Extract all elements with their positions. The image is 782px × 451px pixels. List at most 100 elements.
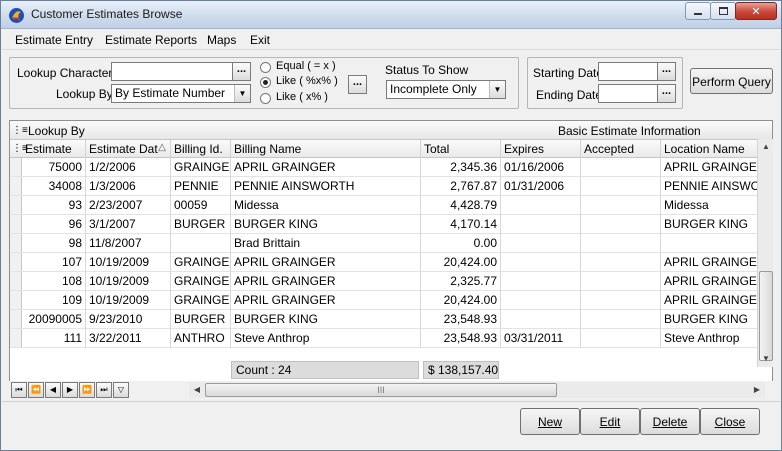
- edit-button[interactable]: Edit: [580, 408, 640, 435]
- cell-accepted[interactable]: [581, 291, 661, 310]
- cell-billing-id[interactable]: GRAINGEF: [171, 253, 231, 272]
- title-bar[interactable]: Customer Estimates Browse ✕: [1, 1, 781, 29]
- cell-accepted[interactable]: [581, 196, 661, 215]
- column-header-accepted[interactable]: Accepted: [581, 140, 661, 158]
- next-record-button[interactable]: ▶: [62, 382, 78, 398]
- cell-expires[interactable]: [501, 291, 581, 310]
- cell-location-name[interactable]: APRIL GRAINGER: [661, 253, 772, 272]
- cell-expires[interactable]: [501, 196, 581, 215]
- band-menu-icon[interactable]: ⋮≡: [12, 125, 28, 136]
- cell-accepted[interactable]: [581, 310, 661, 329]
- cell-estimate[interactable]: 111: [22, 329, 86, 348]
- cell-total[interactable]: 23,548.93: [421, 329, 501, 348]
- cell-estimate[interactable]: 34008: [22, 177, 86, 196]
- row-indicator[interactable]: [10, 253, 22, 271]
- vertical-scrollbar[interactable]: ▲ ▼: [757, 139, 773, 367]
- radio-equal[interactable]: [260, 62, 271, 73]
- cell-billing-id[interactable]: BURGER: [171, 310, 231, 329]
- cell-total[interactable]: 23,548.93: [421, 310, 501, 329]
- lookup-characters-input[interactable]: [111, 62, 233, 81]
- cell-billing-name[interactable]: Steve Anthrop: [231, 329, 421, 348]
- cell-expires[interactable]: [501, 215, 581, 234]
- column-header-expires[interactable]: Expires: [501, 140, 581, 158]
- cell-expires[interactable]: [501, 234, 581, 253]
- cell-billing-id[interactable]: 00059: [171, 196, 231, 215]
- cell-total[interactable]: 20,424.00: [421, 291, 501, 310]
- cell-estimate[interactable]: 108: [22, 272, 86, 291]
- cell-billing-name[interactable]: PENNIE AINSWORTH: [231, 177, 421, 196]
- minimize-button[interactable]: [685, 2, 711, 20]
- table-row[interactable]: 98 11/8/2007 Brad Brittain 0.00: [10, 234, 772, 253]
- ending-date-input[interactable]: [598, 84, 658, 103]
- close-button[interactable]: Close: [700, 408, 760, 435]
- radio-like-contains[interactable]: [260, 77, 271, 88]
- row-indicator[interactable]: [10, 215, 22, 233]
- new-button[interactable]: New: [520, 408, 580, 435]
- cell-estimate-date[interactable]: 1/2/2006: [86, 158, 171, 177]
- cell-billing-id[interactable]: GRAINGEF: [171, 272, 231, 291]
- cell-billing-name[interactable]: APRIL GRAINGER: [231, 253, 421, 272]
- cell-billing-name[interactable]: BURGER KING: [231, 310, 421, 329]
- table-row[interactable]: 93 2/23/2007 00059 Midessa 4,428.79 Midessa: [10, 196, 772, 215]
- starting-date-input[interactable]: [598, 62, 658, 81]
- first-record-button[interactable]: ⏮: [11, 382, 27, 398]
- row-indicator[interactable]: [10, 329, 22, 347]
- cell-estimate-date[interactable]: 11/8/2007: [86, 234, 171, 253]
- last-record-button[interactable]: ⏭: [96, 382, 112, 398]
- table-row[interactable]: 111 3/22/2011 ANTHRO Steve Anthrop 23,548.93…: [10, 329, 772, 348]
- cell-billing-id[interactable]: BURGER: [171, 215, 231, 234]
- column-header-location-name[interactable]: Location Name: [661, 140, 772, 158]
- cell-location-name[interactable]: BURGER KING: [661, 215, 772, 234]
- previous-page-button[interactable]: ⏪: [28, 382, 44, 398]
- row-indicator[interactable]: [10, 234, 22, 252]
- cell-accepted[interactable]: [581, 253, 661, 272]
- cell-estimate-date[interactable]: 10/19/2009: [86, 291, 171, 310]
- cell-estimate-date[interactable]: 2/23/2007: [86, 196, 171, 215]
- horizontal-scrollbar[interactable]: ◀ III ▶: [189, 382, 765, 398]
- filter-icon[interactable]: ▽: [113, 382, 129, 398]
- table-row[interactable]: 75000 1/2/2006 GRAINGEF APRIL GRAINGER 2,345…: [10, 158, 772, 177]
- cell-billing-name[interactable]: Midessa: [231, 196, 421, 215]
- horizontal-scroll-thumb[interactable]: III: [205, 383, 557, 397]
- row-indicator[interactable]: [10, 158, 22, 176]
- cell-accepted[interactable]: [581, 158, 661, 177]
- starting-date-ellipsis-button[interactable]: ...: [657, 62, 676, 81]
- cell-location-name[interactable]: APRIL GRAINGER: [661, 272, 772, 291]
- cell-estimate-date[interactable]: 3/1/2007: [86, 215, 171, 234]
- scroll-up-icon[interactable]: ▲: [758, 139, 774, 155]
- cell-estimate[interactable]: 20090005: [22, 310, 86, 329]
- next-page-button[interactable]: ⏩: [79, 382, 95, 398]
- cell-estimate[interactable]: 75000: [22, 158, 86, 177]
- column-header-billing-id[interactable]: Billing Id.: [171, 140, 231, 158]
- column-header-billing-name[interactable]: Billing Name: [231, 140, 421, 158]
- status-select[interactable]: Incomplete Only ▼: [386, 80, 506, 99]
- column-header-estimate[interactable]: Estimate: [22, 140, 86, 158]
- table-row[interactable]: 107 10/19/2009 GRAINGEF APRIL GRAINGER 20,42…: [10, 253, 772, 272]
- cell-expires[interactable]: [501, 253, 581, 272]
- scroll-left-icon[interactable]: ◀: [189, 382, 205, 398]
- cell-billing-name[interactable]: Brad Brittain: [231, 234, 421, 253]
- cell-total[interactable]: 2,767.87: [421, 177, 501, 196]
- maximize-button[interactable]: [710, 2, 736, 20]
- cell-expires[interactable]: 01/31/2006: [501, 177, 581, 196]
- cell-estimate[interactable]: 93: [22, 196, 86, 215]
- cell-total[interactable]: 0.00: [421, 234, 501, 253]
- cell-total[interactable]: 2,325.77: [421, 272, 501, 291]
- cell-location-name[interactable]: [661, 234, 772, 253]
- cell-billing-name[interactable]: BURGER KING: [231, 215, 421, 234]
- cell-estimate[interactable]: 109: [22, 291, 86, 310]
- cell-estimate[interactable]: 98: [22, 234, 86, 253]
- row-indicator[interactable]: [10, 310, 22, 328]
- menu-maps[interactable]: Maps: [207, 33, 236, 47]
- row-indicator[interactable]: [10, 196, 22, 214]
- radio-like-starts[interactable]: [260, 93, 271, 104]
- column-header-total[interactable]: Total: [421, 140, 501, 158]
- cell-location-name[interactable]: Steve Anthrop: [661, 329, 772, 348]
- cell-billing-id[interactable]: GRAINGEF: [171, 291, 231, 310]
- delete-button[interactable]: Delete: [640, 408, 700, 435]
- perform-query-button[interactable]: Perform Query: [690, 68, 773, 94]
- cell-billing-id[interactable]: [171, 234, 231, 253]
- cell-expires[interactable]: 03/31/2011: [501, 329, 581, 348]
- previous-record-button[interactable]: ◀: [45, 382, 61, 398]
- cell-estimate-date[interactable]: 3/22/2011: [86, 329, 171, 348]
